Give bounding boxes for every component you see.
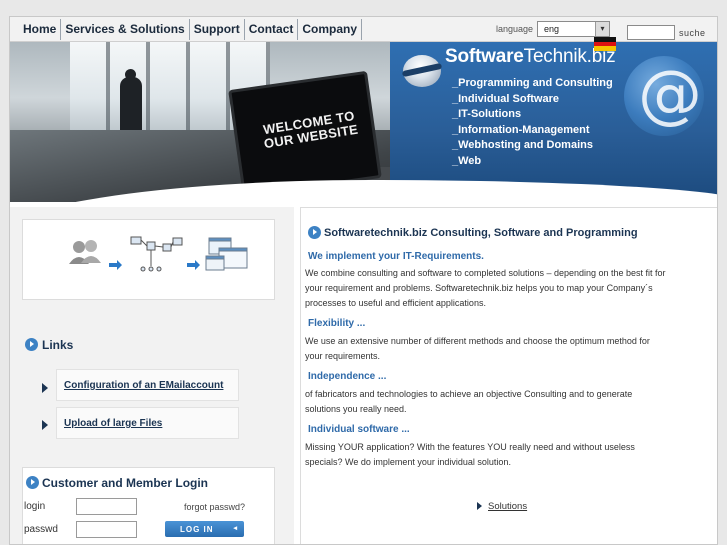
forgot-password-link[interactable]: forgot passwd? — [184, 502, 245, 512]
text-line: your requirements. — [305, 351, 381, 361]
section-heading: We implement your IT-Requirements. — [308, 251, 484, 262]
link-card-upload: Upload of large Files — [56, 407, 239, 439]
application-windows-icon — [205, 237, 248, 271]
page: Home Services & Solutions Support Contac… — [9, 16, 718, 545]
text-line: Missing YOUR application? With the featu… — [305, 442, 635, 452]
text-line: solutions you really need. — [305, 404, 407, 414]
login-button-label: LOG IN — [180, 525, 214, 534]
arrow-right-icon — [187, 260, 200, 270]
text-line: specials? We do implement your individua… — [305, 457, 511, 467]
bullet-arrow-icon — [42, 383, 48, 393]
login-field[interactable] — [76, 498, 137, 515]
section-text: of fabricators and technologies to achie… — [305, 387, 707, 417]
text-line: processes to useful and efficient applic… — [305, 298, 486, 308]
arrow-right-icon: ◂ — [233, 525, 238, 532]
network-flow-icon — [130, 236, 183, 272]
login-box: Customer and Member Login login forgot p… — [22, 467, 275, 544]
login-section-title: Customer and Member Login — [26, 475, 208, 490]
process-diagram — [22, 219, 275, 300]
main-title-text: Softwaretechnik.biz Consulting, Software… — [324, 226, 638, 239]
password-field[interactable] — [76, 521, 137, 538]
link-email-configuration[interactable]: Configuration of an EMailaccount — [64, 380, 223, 391]
nav-support[interactable]: Support — [190, 19, 245, 40]
search-input[interactable] — [627, 25, 675, 40]
nav-services-solutions[interactable]: Services & Solutions — [61, 19, 190, 40]
brand-item: _Webhosting and Domains — [452, 139, 593, 151]
link-upload-large-files[interactable]: Upload of large Files — [64, 418, 162, 429]
passwd-label: passwd — [24, 524, 58, 535]
text-line: your requirement and problems. Softwaret… — [305, 283, 653, 293]
brand-item: _IT-Solutions — [452, 108, 522, 120]
search-label: suche — [679, 28, 706, 38]
brand-logo: SoftwareTechnik.biz — [445, 46, 616, 68]
language-selected-value: eng — [544, 24, 560, 34]
nav-home[interactable]: Home — [18, 19, 62, 40]
brand-item: _Individual Software — [452, 92, 559, 105]
brand-bold: Software — [445, 46, 524, 67]
section-text: We use an extensive number of different … — [305, 334, 707, 364]
section-arrow-icon — [25, 338, 38, 352]
process-diagram-graphic — [69, 236, 248, 272]
links-section-title: Links — [25, 337, 73, 352]
header-banner: WELCOME TO OUR WEBSITE @ SoftwareTechnik… — [10, 42, 717, 202]
section-heading: Flexibility ... — [308, 318, 366, 329]
text-line: We combine consulting and software to co… — [305, 268, 666, 278]
brand-service-list: _Programming and Consulting _Individual … — [452, 76, 613, 169]
person-silhouette — [120, 77, 142, 132]
login-title-text: Customer and Member Login — [42, 475, 209, 490]
language-label: language — [496, 24, 534, 34]
language-select[interactable]: eng ▾ — [537, 21, 610, 37]
arrow-right-icon — [109, 260, 122, 270]
brand-item: _Programming and Consulting — [452, 77, 613, 89]
bullet-arrow-icon — [477, 502, 482, 511]
brand-item: _Web — [452, 154, 482, 167]
brand-item: _Information-Management — [452, 123, 590, 136]
nav-contact[interactable]: Contact — [245, 19, 299, 40]
left-sidebar: Links Configuration of an EMailaccount U… — [10, 207, 294, 544]
nav-company[interactable]: Company — [298, 19, 363, 40]
chevron-down-icon[interactable]: ▾ — [595, 22, 609, 36]
main-nav: Home Services & Solutions Support Contac… — [18, 19, 363, 40]
links-title-text: Links — [42, 337, 74, 352]
text-line: of fabricators and technologies to achie… — [305, 389, 633, 399]
login-button[interactable]: LOG IN ◂ — [165, 521, 244, 537]
text-line: We use an extensive number of different … — [305, 336, 650, 346]
german-flag-icon[interactable] — [594, 37, 616, 51]
solutions-link-row: Solutions — [477, 501, 527, 512]
section-heading: Individual software ... — [308, 424, 410, 435]
section-text: We combine consulting and software to co… — [305, 266, 707, 311]
users-icon — [69, 240, 101, 264]
bullet-arrow-icon — [42, 420, 48, 430]
solutions-link[interactable]: Solutions — [488, 501, 527, 512]
section-text: Missing YOUR application? With the featu… — [305, 440, 707, 470]
main-title: Softwaretechnik.biz Consulting, Software… — [308, 226, 638, 239]
main-content: Softwaretechnik.biz Consulting, Software… — [300, 207, 717, 544]
section-heading: Independence ... — [308, 371, 387, 382]
section-arrow-icon — [308, 226, 321, 239]
login-label: login — [24, 501, 46, 512]
at-glyph: @ — [638, 58, 702, 132]
link-card-email-config: Configuration of an EMailaccount — [56, 369, 239, 401]
section-arrow-icon — [26, 476, 39, 490]
